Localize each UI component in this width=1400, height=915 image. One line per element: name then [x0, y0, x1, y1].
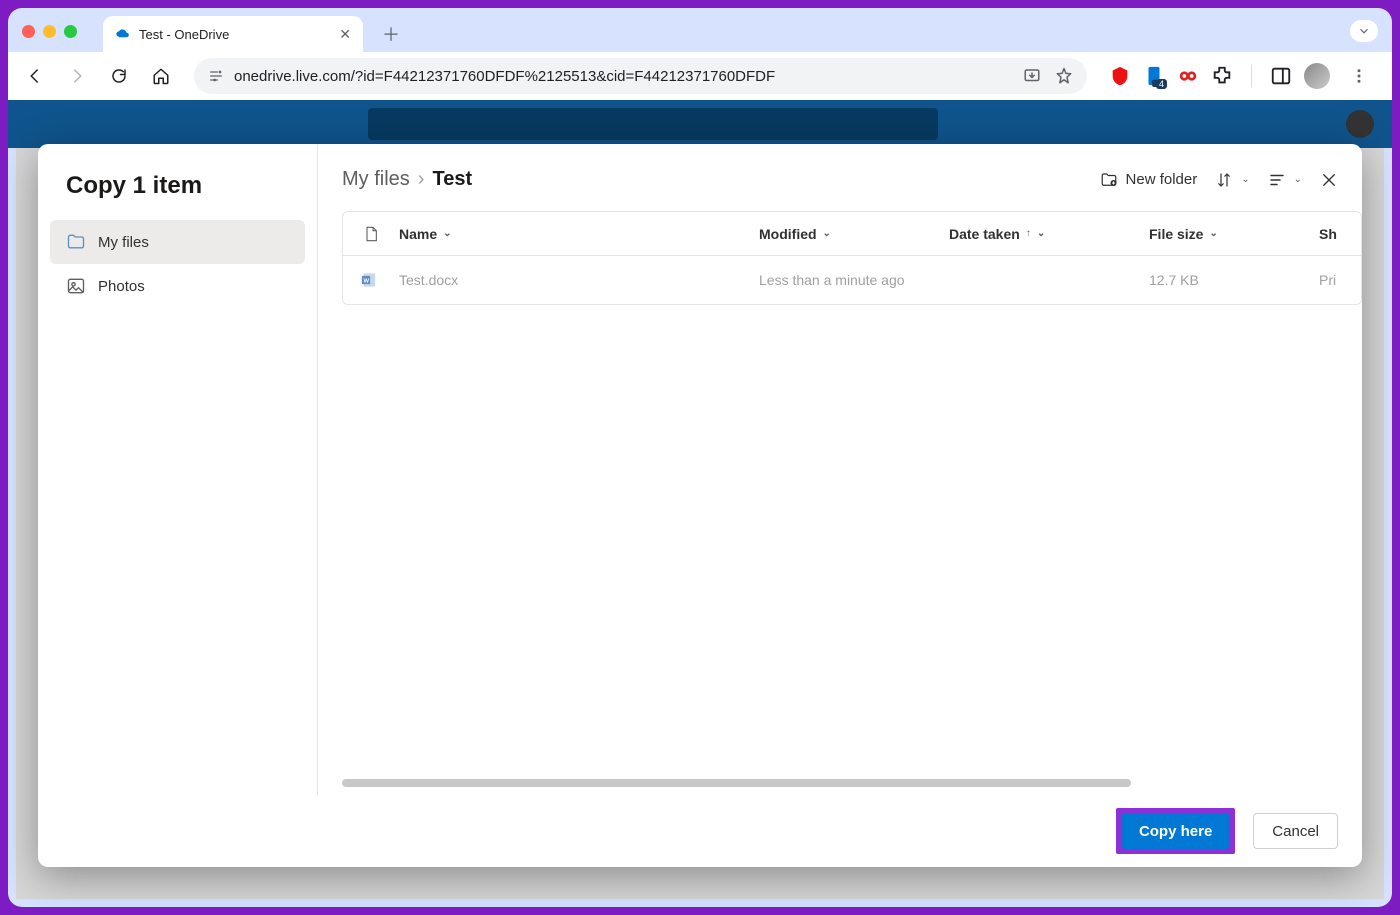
back-button[interactable] — [18, 59, 52, 93]
arrow-up-icon: ↑ — [1026, 228, 1031, 239]
install-app-icon[interactable] — [1023, 67, 1041, 85]
sort-button[interactable]: ⌄ — [1215, 171, 1249, 189]
address-bar[interactable]: onedrive.live.com/?id=F44212371760DFDF%2… — [194, 58, 1087, 94]
tab-overflow-button[interactable] — [1350, 20, 1378, 42]
extension-mobile-icon[interactable]: 4 — [1143, 65, 1165, 87]
chevron-down-icon: ⌄ — [1294, 174, 1302, 185]
horizontal-scrollbar[interactable] — [342, 779, 1354, 789]
word-file-icon: W — [361, 270, 381, 290]
close-icon — [1320, 171, 1338, 189]
table-row[interactable]: W Test.docx Less than a minute ago 12.7 … — [343, 256, 1362, 304]
svg-text:W: W — [364, 279, 370, 285]
profile-avatar[interactable] — [1304, 63, 1330, 89]
column-date-taken[interactable]: Date taken ↑ ⌄ — [949, 226, 1149, 242]
sidebar-item-label: My files — [98, 234, 149, 251]
extension-ublock-icon[interactable] — [1109, 65, 1131, 87]
extension-badge: 4 — [1156, 79, 1167, 89]
window-minimize-dot[interactable] — [43, 25, 56, 38]
extension-eyes-icon[interactable] — [1177, 65, 1199, 87]
copy-dialog: Copy 1 item My files Photos My files — [38, 144, 1362, 867]
home-button[interactable] — [144, 59, 178, 93]
window-controls — [22, 25, 77, 38]
url-text: onedrive.live.com/?id=F44212371760DFDF%2… — [234, 68, 775, 85]
dialog-title: Copy 1 item — [50, 168, 305, 220]
bookmark-star-icon[interactable] — [1055, 67, 1073, 85]
onedrive-header-bar — [8, 100, 1392, 148]
copy-here-button[interactable]: Copy here — [1121, 813, 1230, 849]
table-header: Name ⌄ Modified ⌄ Date taken ↑ — [343, 212, 1362, 256]
new-folder-button[interactable]: New folder — [1100, 171, 1198, 189]
sidebar-item-label: Photos — [98, 278, 145, 295]
folder-icon — [66, 232, 86, 252]
view-list-icon — [1268, 171, 1286, 189]
close-tab-icon[interactable]: ✕ — [339, 26, 351, 43]
column-sharing[interactable]: Sh — [1319, 226, 1362, 242]
browser-toolbar: onedrive.live.com/?id=F44212371760DFDF%2… — [8, 52, 1392, 100]
sidebar-item-my-files[interactable]: My files — [50, 220, 305, 264]
file-modified: Less than a minute ago — [759, 272, 905, 288]
file-icon — [363, 225, 379, 243]
onedrive-favicon-icon — [115, 26, 131, 42]
dialog-close-button[interactable] — [1320, 171, 1338, 189]
column-modified[interactable]: Modified ⌄ — [759, 226, 949, 242]
window-close-dot[interactable] — [22, 25, 35, 38]
sidepanel-icon[interactable] — [1270, 65, 1292, 87]
photo-icon — [66, 276, 86, 296]
column-file-size[interactable]: File size ⌄ — [1149, 226, 1319, 242]
column-name[interactable]: Name ⌄ — [399, 226, 759, 242]
reload-button[interactable] — [102, 59, 136, 93]
onedrive-search-placeholder — [368, 108, 938, 140]
tab-strip: Test - OneDrive ✕ ＋ — [8, 8, 1392, 52]
forward-button[interactable] — [60, 59, 94, 93]
sort-icon — [1215, 171, 1233, 189]
cancel-button[interactable]: Cancel — [1253, 813, 1338, 849]
browser-tab[interactable]: Test - OneDrive ✕ — [103, 16, 363, 52]
breadcrumb-current: Test — [432, 168, 472, 191]
chevron-down-icon: ⌄ — [1037, 228, 1045, 239]
chevron-right-icon: › — [418, 168, 425, 191]
new-folder-label: New folder — [1126, 171, 1198, 188]
extensions-menu-icon[interactable] — [1211, 65, 1233, 87]
file-table: Name ⌄ Modified ⌄ Date taken ↑ — [342, 211, 1362, 305]
onedrive-avatar — [1346, 110, 1374, 138]
breadcrumb: My files › Test — [342, 168, 472, 191]
column-filetype[interactable] — [343, 225, 399, 243]
extensions-row: 4 — [1109, 59, 1376, 93]
site-settings-icon[interactable] — [208, 68, 224, 84]
new-folder-icon — [1100, 171, 1118, 189]
copy-here-highlight: Copy here — [1116, 808, 1235, 854]
sidebar-item-photos[interactable]: Photos — [50, 264, 305, 308]
chevron-down-icon: ⌄ — [1209, 228, 1217, 239]
file-name: Test.docx — [399, 272, 458, 288]
file-size: 12.7 KB — [1149, 272, 1199, 288]
view-button[interactable]: ⌄ — [1268, 171, 1302, 189]
chevron-down-icon: ⌄ — [823, 228, 831, 239]
file-sharing: Pri — [1319, 272, 1336, 288]
new-tab-button[interactable]: ＋ — [377, 20, 405, 48]
chevron-down-icon: ⌄ — [443, 228, 451, 239]
dialog-main: My files › Test New folder ⌄ — [318, 144, 1362, 795]
chevron-down-icon: ⌄ — [1241, 174, 1249, 185]
dialog-footer: Copy here Cancel — [38, 795, 1362, 867]
chrome-menu-icon[interactable] — [1342, 59, 1376, 93]
dialog-sidebar: Copy 1 item My files Photos — [38, 144, 318, 795]
breadcrumb-root[interactable]: My files — [342, 168, 410, 191]
separator — [1251, 65, 1252, 87]
window-maximize-dot[interactable] — [64, 25, 77, 38]
tab-title: Test - OneDrive — [139, 27, 229, 42]
